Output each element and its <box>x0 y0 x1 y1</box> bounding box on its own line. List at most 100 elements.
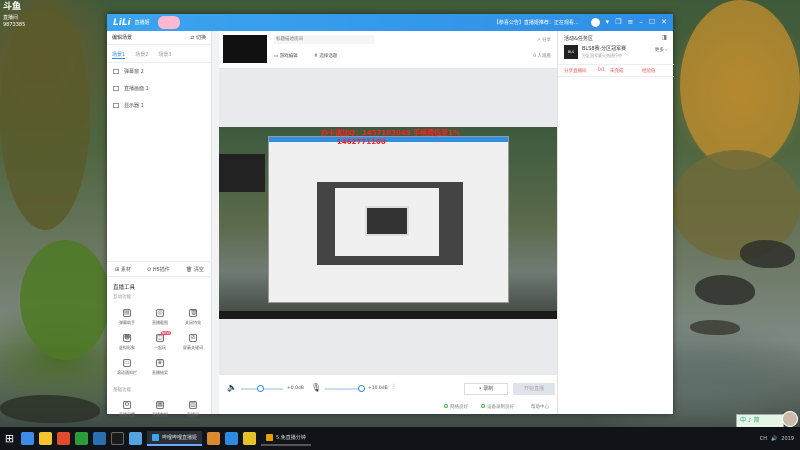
collapse-icon[interactable]: ◨ <box>661 34 667 41</box>
virtual-avatar-tool[interactable]: ☻ 虚拟形象 <box>112 334 142 351</box>
live-room-tool[interactable]: ▥ 直播间 <box>178 401 208 418</box>
scroll-notice-tool[interactable]: ▭ 滚动通知栏 <box>112 359 142 376</box>
gift-icon[interactable]: ❒ <box>615 18 621 27</box>
taskbar-item-notes[interactable]: 5.免直播分钟 <box>261 431 311 446</box>
tab-scene-1[interactable]: 场景1 <box>112 51 126 59</box>
wechat-icon[interactable] <box>75 432 88 445</box>
sound-icon[interactable]: 🔊 <box>771 436 777 442</box>
data-icon: ▦ <box>156 401 164 409</box>
promo-more-link[interactable]: 更多 › <box>655 47 667 53</box>
lottery-tool[interactable]: ♛ 直播抽奖 <box>145 359 175 376</box>
block-icon: ⊘ <box>189 334 197 342</box>
steam-icon[interactable] <box>111 432 124 445</box>
clear-label: 清空 <box>193 266 204 273</box>
tray-clock[interactable]: 2019 <box>781 436 794 442</box>
switch-scene-button[interactable]: ⇄ 切换 <box>190 34 206 41</box>
maximize-icon[interactable]: ☐ <box>649 18 655 27</box>
source-item[interactable]: 直播画面 1 <box>107 80 211 97</box>
help-center-link[interactable]: 帮助中心 <box>531 404 549 410</box>
taskbar-item-live-app[interactable]: 哔哩哔哩直播姬 <box>147 431 203 446</box>
folder-icon[interactable] <box>39 432 52 445</box>
tab-scene-3[interactable]: 场景3 <box>158 51 171 59</box>
close-effects-tool[interactable]: 🗑 关闭特效 <box>178 309 208 326</box>
topic-button[interactable]: # 选择话题 <box>314 53 337 59</box>
block-keywords-tool[interactable]: ⊘ 屏蔽关键词 <box>178 334 208 351</box>
danmaku-overlay-box <box>219 154 265 192</box>
tool-label: 直播数据 <box>152 412 168 417</box>
check-icon <box>444 404 448 408</box>
app-icon[interactable] <box>207 432 221 445</box>
more-label: 更多 <box>654 48 664 53</box>
category-label: 游戏编辑 <box>279 54 298 59</box>
menu-icon[interactable]: ≡ <box>627 18 633 27</box>
clear-button[interactable]: 🗑 清空 <box>186 266 204 273</box>
speaker-slider-knob[interactable] <box>257 385 264 392</box>
chevron-down-icon[interactable]: ▾ <box>606 18 610 27</box>
tray-language[interactable]: CH <box>760 436 767 442</box>
room-title-input[interactable]: 标题描述房间 <box>274 35 374 44</box>
source-item[interactable]: 弹幕窗 2 <box>107 63 211 80</box>
wallpaper-rock <box>695 275 755 305</box>
browser-icon[interactable] <box>21 432 34 445</box>
room-info-bar: 标题描述房间 ▭ 游戏编辑 # 选择话题 ↗ 分享 0 人观看 <box>219 31 557 69</box>
notes-icon <box>266 434 274 441</box>
microphone-icon[interactable]: 🎙 <box>311 383 321 392</box>
source-item[interactable]: 显示器 1 <box>107 97 211 114</box>
network-status: 网络良好 <box>444 404 468 410</box>
activity-panel-title: 活动&任务区 <box>564 36 593 42</box>
promo-description: 分区冠军赛火热进行中 <box>582 53 622 58</box>
live-preview[interactable]: 办卡请加Q：1457103049 手续费低至1% 1462771100 <box>219 127 557 319</box>
equalizer-icon[interactable]: ⫶ <box>393 383 395 392</box>
title-bar[interactable]: LiLi 直播姬 【恭喜公告】直播姬推荐：正在观看... ▾ ❒ ≡ – ☐ ✕ <box>107 14 673 31</box>
avatar-icon[interactable] <box>590 18 600 27</box>
app-icon[interactable] <box>129 432 142 445</box>
app-icon[interactable] <box>243 432 257 445</box>
task-row[interactable]: 分享直播间 0/1 未完成 经验值 <box>558 64 674 77</box>
live-settings-tool[interactable]: ⚙ 直播设置 <box>112 401 142 418</box>
nested-preview <box>317 182 463 265</box>
start-live-button[interactable]: 开始直播 <box>513 383 555 395</box>
record-button[interactable]: • 录制 <box>464 383 508 395</box>
app-icon[interactable] <box>57 432 70 445</box>
danmaku-source-icon <box>113 69 119 74</box>
minimize-icon[interactable]: – <box>639 18 643 27</box>
mic-slider-knob[interactable] <box>358 385 365 392</box>
windows-icon[interactable]: ⊞ <box>3 432 16 445</box>
tool-label: 直播抽奖 <box>152 370 168 375</box>
add-material-button[interactable]: ⊞ 素材 <box>115 266 131 273</box>
announcement-text[interactable]: 【恭喜公告】直播姬推荐：正在观看... <box>494 19 579 26</box>
mic-volume-value: +10.0dB <box>368 386 388 391</box>
taskbar: ⊞ 哔哩哔哩直播姬 5.免直播分钟 CH 🔊 2019 <box>0 427 800 450</box>
close-icon[interactable]: ✕ <box>661 18 667 27</box>
wallpaper-rock <box>690 320 740 335</box>
promo-title[interactable]: BLS8赛·分区冠军赛 <box>582 45 626 52</box>
watermark-subtitle: 直播间 <box>3 15 19 21</box>
screenshot-tool[interactable]: ◎ 直播截图 <box>145 309 175 326</box>
task-progress: 0/1 <box>598 68 606 73</box>
room-cover-thumbnail[interactable] <box>223 35 267 63</box>
speaker-icon[interactable]: 🔈 <box>227 383 237 392</box>
wallpaper-rock <box>0 395 100 423</box>
h5-plugin-button[interactable]: ⊙ H5插件 <box>147 266 170 273</box>
floating-avatar-icon[interactable] <box>782 411 798 427</box>
play-together-tool[interactable]: NEW ◫ 一起玩 <box>145 331 175 351</box>
system-tray: CH 🔊 2019 <box>760 436 800 442</box>
lottery-icon: ♛ <box>156 359 164 367</box>
danmaku-helper-tool[interactable]: ▤ 弹幕助手 <box>112 309 142 326</box>
ime-toolbar[interactable]: 中 ♪ 简 <box>736 414 784 428</box>
promo-logo[interactable]: BLS <box>564 45 578 59</box>
wallpaper-bush <box>20 240 110 360</box>
app-icon[interactable] <box>225 432 239 445</box>
basic-section-label: 基础功能 <box>113 388 131 393</box>
tab-scene-2[interactable]: 场景2 <box>135 51 148 59</box>
ad-overlay-text: 办卡请加Q：1457103049 手续费低至1% <box>321 129 460 137</box>
nested-taskbar <box>219 311 557 319</box>
app-icon[interactable] <box>93 432 106 445</box>
mascot-icon <box>157 16 180 29</box>
share-button[interactable]: ↗ 分享 <box>537 37 551 43</box>
live-data-tool[interactable]: ▦ 直播数据 <box>145 401 175 418</box>
category-button[interactable]: ▭ 游戏编辑 <box>274 53 298 59</box>
taskbar-item-label: 哔哩哔哩直播姬 <box>162 435 198 441</box>
gear-icon: ⚙ <box>123 401 131 409</box>
nested-window-2 <box>335 188 439 256</box>
